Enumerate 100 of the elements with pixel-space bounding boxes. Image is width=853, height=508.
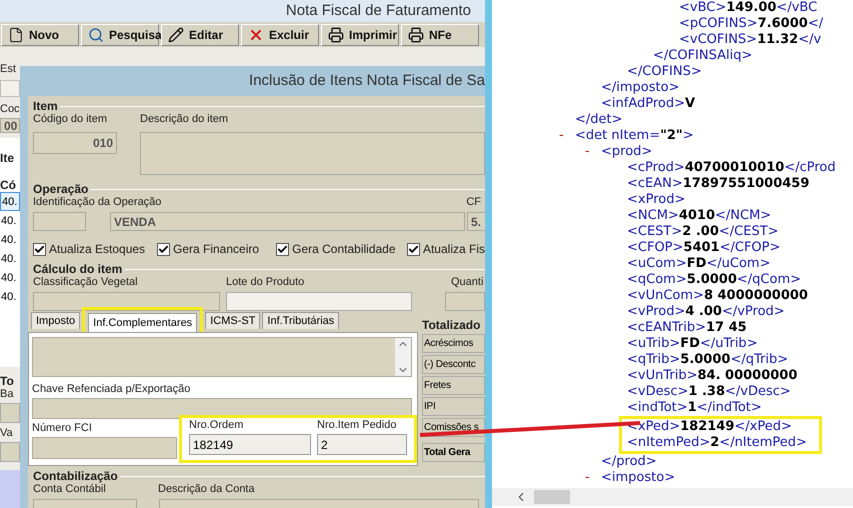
field-label: Descrição do item	[140, 113, 230, 126]
xml-line: <vUnTrib>84. 00000000	[627, 368, 798, 384]
horizontal-scrollbar[interactable]	[492, 488, 853, 506]
check-icon	[158, 244, 169, 254]
xml-line: <uCom>FD</uCom>	[627, 256, 770, 272]
table-cell[interactable]: 40.	[0, 287, 20, 306]
field-label: Quanti	[451, 276, 484, 289]
xml-line: <cEAN>17897551000459	[627, 176, 810, 192]
tab[interactable]: Imposto	[31, 312, 80, 329]
printer-icon	[328, 26, 344, 42]
xml-line: <imposto>	[601, 470, 676, 486]
input-field[interactable]	[140, 132, 485, 175]
xml-line: <cEANTrib>17 45	[627, 320, 747, 336]
check-icon	[277, 244, 288, 254]
field-label: Có	[0, 179, 17, 192]
input-field[interactable]	[226, 292, 412, 311]
checkbox[interactable]	[406, 242, 420, 256]
toolbar-button[interactable]: Novo	[1, 24, 79, 46]
collapse-toggle[interactable]: -	[585, 142, 590, 162]
field-label: Totalizado	[422, 319, 482, 332]
toolbar-button[interactable]: Pesquisa	[81, 24, 159, 46]
input-field[interactable]	[0, 402, 20, 423]
field-label: Item	[33, 100, 60, 113]
xml-line: <cProd>40700010010</cProd	[627, 160, 836, 176]
checkbox[interactable]	[33, 242, 46, 256]
xml-line: <NCM>4010</NCM>	[627, 208, 772, 224]
xml-line: <indTot>1</indTot>	[627, 400, 762, 416]
field-label: Descrição da Conta	[158, 483, 255, 496]
text-area[interactable]	[32, 337, 412, 377]
xml-line: <infAdProd>V	[601, 96, 696, 112]
total-label: (-) Descontc	[422, 355, 485, 374]
input-field[interactable]: 00	[0, 118, 20, 134]
field-label: Nro.Item Pedido	[317, 419, 398, 432]
input-field[interactable]	[33, 292, 220, 311]
xml-line: </det>	[575, 112, 623, 128]
xml-line: <vCOFINS>11.32</v	[679, 32, 822, 48]
input-field[interactable]: VENDA	[110, 212, 465, 231]
checkbox-label: Gera Financeiro	[173, 242, 260, 256]
tab[interactable]: Inf.Tributárias	[262, 312, 340, 329]
field-label: Contabilização	[33, 470, 120, 483]
panel-background	[0, 470, 20, 508]
total-label: Fretes	[422, 376, 485, 395]
collapse-toggle[interactable]: -	[559, 126, 564, 146]
search-icon	[88, 26, 104, 42]
checkbox-label: Atualiza Estoques	[49, 242, 146, 256]
xml-line: <CEST>2 .00</CEST>	[627, 224, 779, 240]
checkbox[interactable]	[276, 242, 290, 256]
xml-line: <vProd>4 .00</vProd>	[627, 304, 785, 320]
field-label: CF	[466, 196, 481, 209]
xml-line: <nItemPed>2</nItemPed>	[627, 435, 807, 451]
input-field[interactable]	[445, 292, 485, 311]
checkbox-label: Gera Contabilidade	[292, 242, 396, 256]
toolbar-button[interactable]: Excluir	[241, 24, 319, 46]
xml-line: </COFINSAliq>	[653, 48, 752, 64]
input-field[interactable]	[33, 212, 86, 231]
check-icon	[34, 244, 45, 254]
input-field[interactable]	[32, 437, 177, 459]
toolbar-button[interactable]: NFe	[401, 24, 479, 46]
input-field[interactable]	[0, 80, 20, 98]
table-cell[interactable]: 40.	[0, 192, 20, 212]
table-cell[interactable]: 40.	[0, 211, 20, 230]
collapse-toggle[interactable]: -	[585, 468, 590, 488]
xml-line: <pCOFINS>7.6000</	[679, 16, 824, 32]
table-cell[interactable]: 40.	[0, 268, 20, 288]
toolbar-button[interactable]: Imprimir	[321, 24, 399, 46]
xml-line: <qCom>5.0000</qCom>	[627, 272, 802, 288]
field-label: Cálculo do item	[33, 263, 124, 276]
input-field[interactable]	[0, 442, 20, 462]
input-field[interactable]: 010	[33, 132, 117, 154]
scrollbar[interactable]	[395, 338, 411, 376]
input-field[interactable]: 5.	[467, 212, 485, 231]
table-cell[interactable]: 40.	[0, 249, 20, 268]
checkbox[interactable]	[157, 242, 170, 256]
dialog-title: Inclusão de Itens Nota Fiscal de Sa	[249, 70, 485, 91]
total-label: Total Gera	[422, 443, 485, 462]
toolbar-button[interactable]: Editar	[161, 24, 239, 46]
total-label: IPI	[422, 397, 485, 416]
xml-line: <prod>	[601, 144, 652, 160]
field-label: Lote do Produto	[226, 276, 306, 289]
table-cell[interactable]: 40.	[0, 230, 20, 250]
xml-line: </prod>	[601, 454, 657, 470]
field-label: Va	[0, 426, 14, 440]
xml-line: <det nItem="2">	[575, 128, 694, 144]
xml-line: <vBC>149.00</vBC	[679, 0, 818, 16]
tab[interactable]: Inf.Complementares	[88, 313, 198, 332]
field-label: Número FCI	[32, 422, 93, 435]
pencil-icon	[168, 26, 184, 42]
field-label: Conta Contábil	[33, 483, 107, 496]
xml-line: <xProd>	[627, 192, 686, 208]
input-field[interactable]: 2	[317, 434, 407, 455]
field-label: Ite	[0, 152, 16, 166]
field-label: Ba	[0, 388, 14, 401]
input-field[interactable]: 182149	[189, 434, 311, 455]
field-label: Classificação Vegetal	[33, 276, 139, 289]
xml-line: <vUnCom>8 4000000000	[627, 288, 808, 304]
xml-line: </imposto>	[601, 80, 680, 96]
total-label: Acréscimos	[422, 334, 485, 353]
xml-line: <qTrib>5.0000</qTrib>	[627, 352, 788, 368]
scrollbar-thumb[interactable]	[534, 490, 570, 504]
tab[interactable]: ICMS-ST	[205, 312, 260, 329]
